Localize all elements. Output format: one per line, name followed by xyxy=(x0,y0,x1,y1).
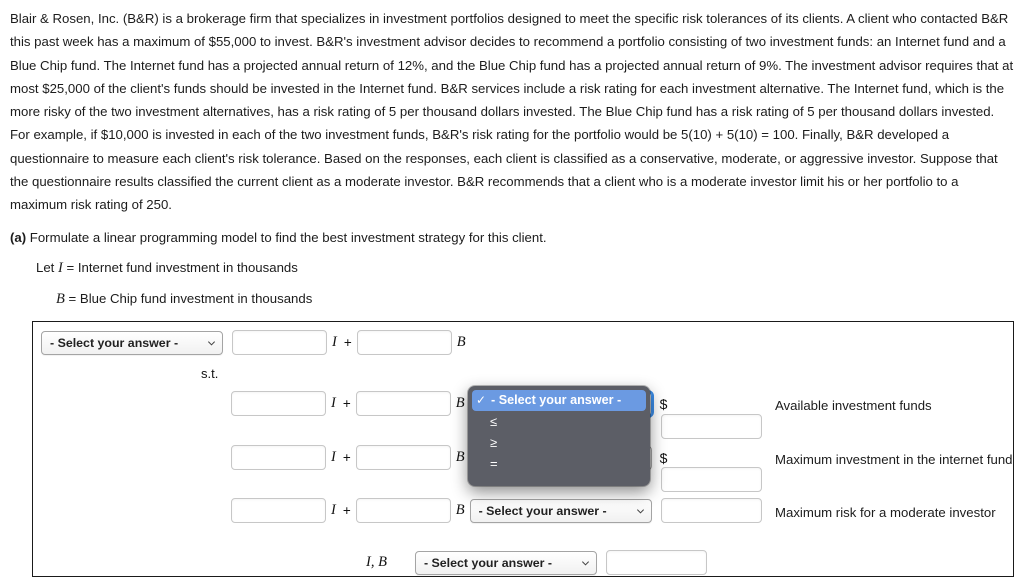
dropdown-option-gte[interactable]: ≥ xyxy=(471,432,647,453)
constraint-3-variable-b-label: B xyxy=(455,502,465,518)
constraint-1-variable-b-label: B xyxy=(455,395,465,411)
objective-plus-sign: + xyxy=(343,335,352,350)
constraint-1-variable-i-label: I xyxy=(331,395,336,411)
constraint-2-variable-b-label: B xyxy=(455,449,465,465)
dropdown-option-eq-label: = xyxy=(490,456,498,471)
dropdown-option-placeholder[interactable]: ✓ - Select your answer - xyxy=(472,390,646,411)
chevron-down-icon xyxy=(636,508,644,514)
objective-type-select[interactable]: - Select your answer - xyxy=(41,330,223,355)
variable-b-description: = Blue Chip fund investment in thousands xyxy=(68,290,313,306)
part-a-marker: (a) xyxy=(10,229,27,245)
objective-variable-i-label: I xyxy=(332,334,337,350)
constraint-1-coefficient-b-input[interactable] xyxy=(355,391,451,416)
objective-type-select-value: - Select your answer - xyxy=(50,335,179,350)
relation-dropdown-popup[interactable]: ✓ - Select your answer - ≤ ≥ = xyxy=(468,386,650,486)
objective-variable-b-label: B xyxy=(456,334,466,350)
variable-definition-i: Let I = Internet fund investment in thou… xyxy=(0,249,1024,280)
constraint-3-coefficient-i-input[interactable] xyxy=(231,498,326,523)
part-a-text: Formulate a linear programming model to … xyxy=(29,229,547,245)
dropdown-option-eq[interactable]: = xyxy=(471,453,647,474)
check-icon: ✓ xyxy=(476,393,487,407)
dropdown-option-placeholder-label: - Select your answer - xyxy=(491,393,622,407)
constraint-1-dollar-sign: $ xyxy=(659,395,668,412)
subject-to-label: s.t. xyxy=(201,366,219,381)
constraint-1-description: Available investment funds xyxy=(775,398,932,413)
nonnegativity-variables-label: I, B xyxy=(366,554,387,570)
constraint-1-coefficient-i-input[interactable] xyxy=(231,391,326,416)
constraint-3-description: Maximum risk for a moderate investor xyxy=(775,505,996,520)
constraint-3-relation-select-value: - Select your answer - xyxy=(478,503,607,518)
variable-b-symbol: B xyxy=(56,290,65,307)
part-a-prompt: (a) Formulate a linear programming model… xyxy=(0,217,1024,249)
nonnegativity-rhs-input[interactable] xyxy=(605,550,707,575)
constraint-2-dollar-sign: $ xyxy=(659,449,668,466)
variable-i-description: = Internet fund investment in thousands xyxy=(66,259,298,275)
objective-coefficient-i-input[interactable] xyxy=(232,330,327,355)
constraint-2-coefficient-b-input[interactable] xyxy=(355,445,451,470)
constraint-2-plus-sign: + xyxy=(342,450,351,465)
constraint-2-rhs-input[interactable] xyxy=(661,467,762,492)
nonnegativity-row: I, B - Select your answer - xyxy=(361,550,707,575)
dropdown-option-lte-label: ≤ xyxy=(490,414,498,429)
constraint-1-plus-sign: + xyxy=(342,396,351,411)
variable-definition-b: B = Blue Chip fund investment in thousan… xyxy=(0,280,1024,311)
chevron-down-icon xyxy=(581,560,589,566)
subject-to-label-row: s.t. xyxy=(201,366,218,381)
constraint-1-rhs-input[interactable] xyxy=(661,414,762,439)
constraint-row-3: I + B - Select your answer - xyxy=(231,498,762,523)
problem-statement: Blair & Rosen, Inc. (B&R) is a brokerage… xyxy=(10,11,1014,213)
constraint-3-rhs-input[interactable] xyxy=(660,498,762,523)
nonnegativity-relation-select-value: - Select your answer - xyxy=(423,555,553,570)
constraint-3-plus-sign: + xyxy=(342,503,351,518)
objective-row: - Select your answer - I + B xyxy=(41,330,471,355)
constraint-2-description: Maximum investment in the internet fund xyxy=(775,452,1013,467)
constraint-3-coefficient-b-input[interactable] xyxy=(355,498,451,523)
constraint-2-variable-i-label: I xyxy=(331,449,336,465)
variable-i-symbol: I xyxy=(58,259,63,276)
constraint-2-coefficient-i-input[interactable] xyxy=(231,445,326,470)
constraint-3-variable-i-label: I xyxy=(331,502,336,518)
chevron-down-icon xyxy=(207,340,216,346)
constraint-3-relation-select[interactable]: - Select your answer - xyxy=(469,498,652,523)
dropdown-option-lte[interactable]: ≤ xyxy=(471,411,647,432)
objective-coefficient-b-input[interactable] xyxy=(356,330,452,355)
nonnegativity-relation-select[interactable]: - Select your answer - xyxy=(414,550,597,575)
let-keyword: Let xyxy=(36,259,55,275)
dropdown-option-gte-label: ≥ xyxy=(490,435,498,450)
